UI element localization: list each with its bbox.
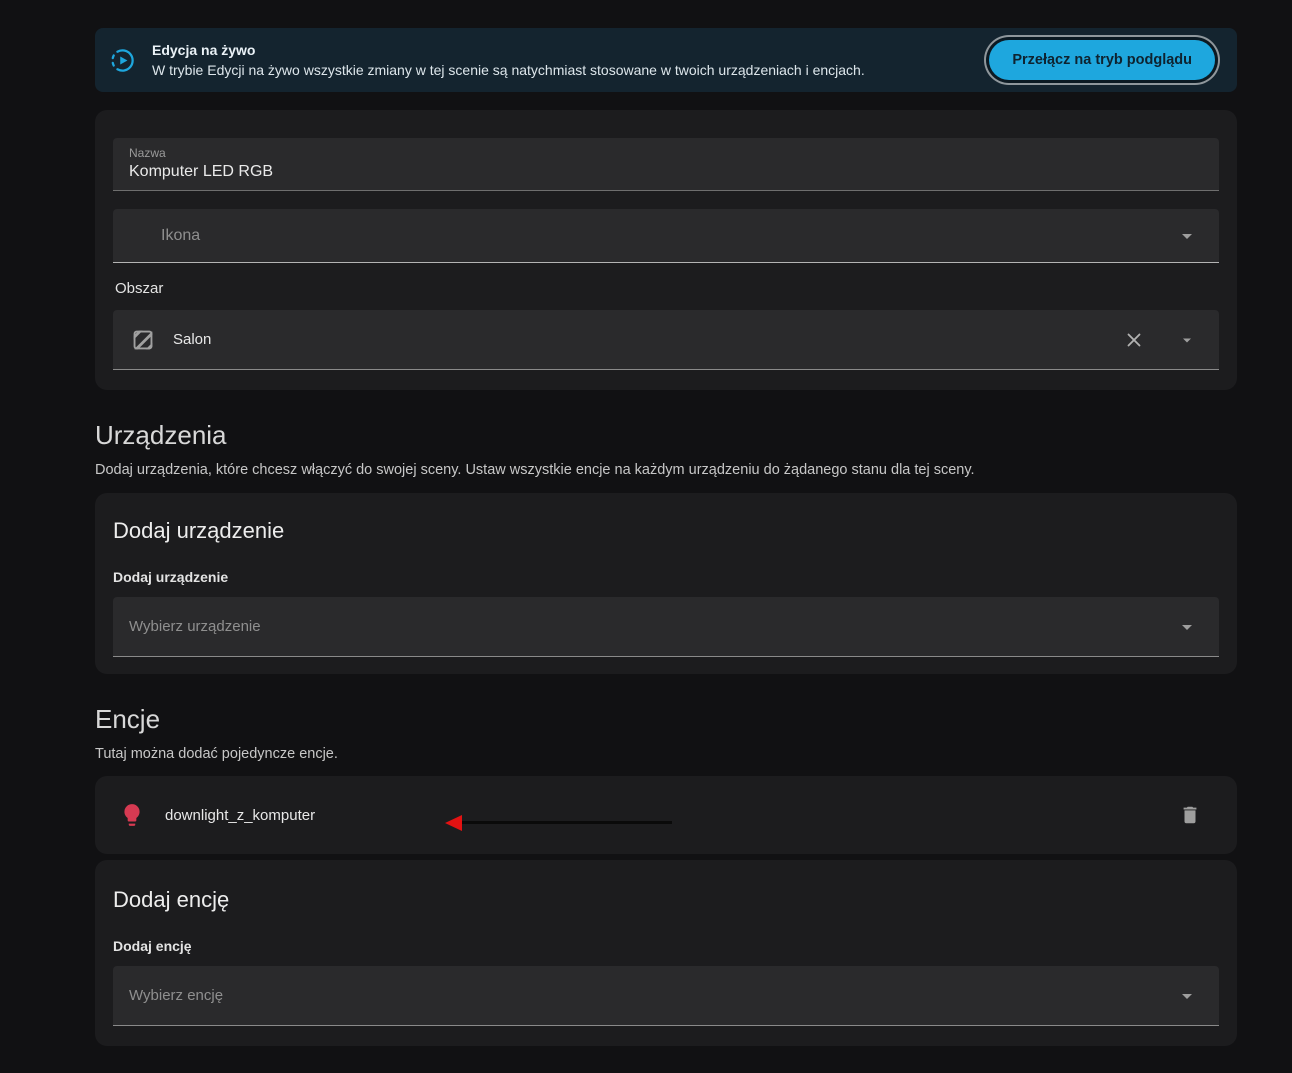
device-picker-placeholder: Wybierz urządzenie (129, 618, 261, 635)
devices-section-description: Dodaj urządzenia, które chcesz włączyć d… (95, 462, 1237, 478)
lightbulb-icon (119, 802, 145, 828)
name-field-label: Nazwa (129, 146, 1203, 160)
scene-info-card: Nazwa Komputer LED RGB Ikona Obszar (95, 110, 1237, 390)
scene-editor-page: Edycja na żywo W trybie Edycji na żywo w… (95, 0, 1237, 1046)
switch-to-preview-button[interactable]: Przełącz na tryb podglądu (989, 40, 1215, 80)
chevron-down-icon (1175, 224, 1199, 248)
banner-title: Edycja na żywo (152, 40, 865, 60)
name-field[interactable]: Nazwa Komputer LED RGB (113, 138, 1219, 191)
add-entity-field-label: Dodaj encję (113, 938, 1219, 954)
area-label: Obszar (115, 280, 1219, 297)
entity-name: downlight_z_komputer (165, 807, 315, 824)
entities-section-description: Tutaj można dodać pojedyncze encje. (95, 746, 1237, 762)
entity-row[interactable]: downlight_z_komputer (95, 776, 1237, 854)
banner-subtitle: W trybie Edycji na żywo wszystkie zmiany… (152, 60, 865, 80)
add-device-card-title: Dodaj urządzenie (113, 518, 1219, 544)
add-entity-card-title: Dodaj encję (113, 887, 1219, 913)
area-value: Salon (173, 331, 211, 348)
clear-icon[interactable] (1123, 329, 1145, 351)
icon-picker-label: Ikona (161, 227, 200, 245)
annotation-arrow-line (457, 821, 672, 824)
annotation-arrow-head (445, 815, 462, 831)
chevron-down-icon (1175, 984, 1199, 1008)
delete-entity-button[interactable] (1179, 804, 1201, 826)
entity-picker[interactable]: Wybierz encję (113, 966, 1219, 1026)
entities-section-title: Encje (95, 704, 1237, 735)
add-device-field-label: Dodaj urządzenie (113, 569, 1219, 585)
icon-picker[interactable]: Ikona (113, 209, 1219, 263)
annotation-arrow (445, 815, 672, 831)
area-picker[interactable]: Salon (113, 310, 1219, 370)
devices-section-title: Urządzenia (95, 420, 1237, 451)
chevron-down-icon (1175, 615, 1199, 639)
add-entity-card: Dodaj encję Dodaj encję Wybierz encję (95, 860, 1237, 1046)
chevron-down-icon (1175, 328, 1199, 352)
name-field-value: Komputer LED RGB (129, 163, 1203, 181)
motion-play-icon (109, 47, 136, 74)
add-device-card: Dodaj urządzenie Dodaj urządzenie Wybier… (95, 493, 1237, 674)
banner-text: Edycja na żywo W trybie Edycji na żywo w… (152, 40, 865, 80)
live-edit-banner: Edycja na żywo W trybie Edycji na żywo w… (95, 28, 1237, 92)
texture-box-icon (129, 326, 157, 354)
entity-picker-placeholder: Wybierz encję (129, 987, 223, 1004)
delete-icon (1179, 804, 1201, 826)
device-picker[interactable]: Wybierz urządzenie (113, 597, 1219, 657)
